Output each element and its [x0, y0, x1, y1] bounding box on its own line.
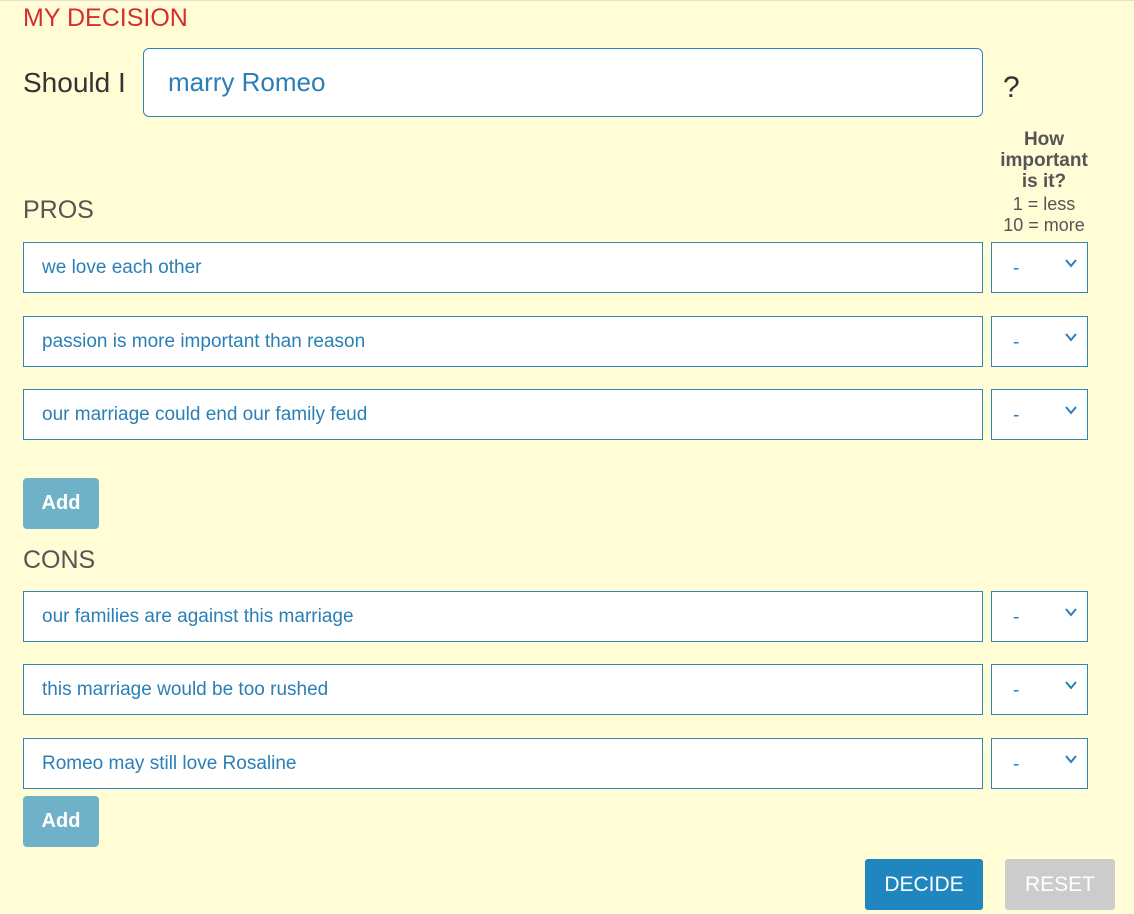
pro-weight-select[interactable]: - — [991, 242, 1088, 293]
con-weight-value: - — [1013, 607, 1020, 628]
question-prefix: Should I — [23, 67, 126, 98]
cons-heading: CONS — [23, 546, 96, 574]
pro-weight-value: - — [1013, 258, 1020, 279]
chevron-down-icon — [1065, 333, 1077, 342]
pro-weight-value: - — [1013, 332, 1020, 353]
pro-reason-input[interactable] — [23, 389, 983, 440]
add-pro-button[interactable]: Add — [23, 478, 99, 529]
reset-button[interactable]: RESET — [1005, 859, 1115, 910]
importance-scale-high: 10 = more — [1003, 215, 1085, 235]
con-reason-input[interactable] — [23, 738, 983, 789]
pros-heading: PROS — [23, 196, 94, 224]
chevron-down-icon — [1065, 259, 1077, 268]
chevron-down-icon — [1065, 681, 1077, 690]
question-suffix: ? — [1003, 71, 1020, 104]
con-reason-input[interactable] — [23, 664, 983, 715]
chevron-down-icon — [1065, 406, 1077, 415]
chevron-down-icon — [1065, 755, 1077, 764]
con-reason-input[interactable] — [23, 591, 983, 642]
decision-question-input[interactable] — [143, 48, 983, 117]
chevron-down-icon — [1065, 608, 1077, 617]
importance-scale: 1 = less 10 = more — [990, 194, 1098, 236]
con-weight-value: - — [1013, 754, 1020, 775]
con-weight-select[interactable]: - — [991, 738, 1088, 789]
con-weight-value: - — [1013, 680, 1020, 701]
decide-button[interactable]: DECIDE — [865, 859, 983, 910]
con-weight-select[interactable]: - — [991, 591, 1088, 642]
importance-heading: How important is it? — [1000, 129, 1088, 192]
page-title: MY DECISION — [23, 4, 188, 32]
pro-weight-value: - — [1013, 405, 1020, 426]
add-con-button[interactable]: Add — [23, 796, 99, 847]
importance-scale-low: 1 = less — [1012, 194, 1076, 214]
pro-weight-select[interactable]: - — [991, 316, 1088, 367]
pro-reason-input[interactable] — [23, 316, 983, 367]
pro-reason-input[interactable] — [23, 242, 983, 293]
pro-weight-select[interactable]: - — [991, 389, 1088, 440]
con-weight-select[interactable]: - — [991, 664, 1088, 715]
